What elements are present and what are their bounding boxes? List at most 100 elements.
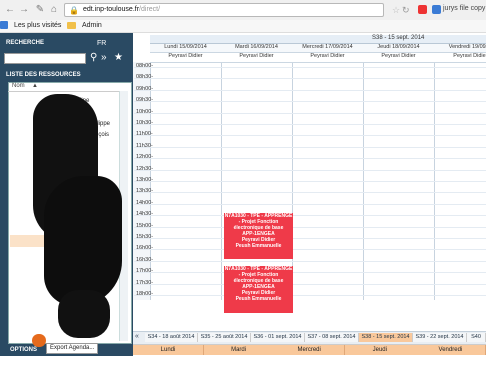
search-hint[interactable]: jurys file copy bbox=[443, 5, 485, 12]
time-label: 09h00- bbox=[136, 85, 154, 92]
time-gridline bbox=[134, 112, 486, 114]
folder-icon bbox=[67, 21, 77, 29]
week-tab[interactable]: S35 - 25 août 2014 bbox=[198, 333, 251, 342]
export-button[interactable] bbox=[32, 334, 46, 347]
star-icon[interactable]: ★ bbox=[114, 52, 123, 63]
url-bar[interactable]: 🔒 edt.inp-toulouse.fr/direct/ bbox=[64, 3, 384, 17]
settings-icon[interactable]: ✎ bbox=[34, 3, 46, 17]
event-line: Peush Emmanuelle bbox=[235, 296, 282, 302]
week-tab[interactable]: S34 - 18 août 2014 bbox=[145, 333, 198, 342]
time-label: 15h30- bbox=[136, 234, 154, 240]
day-header: Mardi 16/09/2014 bbox=[221, 44, 292, 53]
time-gridline bbox=[134, 67, 486, 68]
time-label: 13h00- bbox=[136, 177, 154, 183]
back-icon[interactable]: ← bbox=[4, 3, 16, 17]
time-gridline bbox=[134, 101, 486, 103]
rss-icon[interactable]: ◔ bbox=[54, 361, 67, 373]
week-label: S38 - 15 sept. 2014 bbox=[372, 35, 425, 41]
star-icon[interactable]: ☆ bbox=[392, 5, 400, 16]
day-tab[interactable]: Jeudi bbox=[344, 345, 416, 355]
calendar-event[interactable]: N7A1030 - TPE - APPRENGE - Projet Fonctio… bbox=[224, 213, 293, 259]
sort-icon[interactable]: ▲ bbox=[32, 83, 38, 89]
time-label: 14h00- bbox=[136, 199, 154, 206]
time-gridline bbox=[134, 272, 486, 274]
prev-week-icon[interactable]: « bbox=[135, 333, 139, 340]
time-gridline bbox=[134, 124, 486, 125]
addon-icon[interactable] bbox=[418, 5, 427, 14]
print-icon[interactable]: ⎙ bbox=[14, 361, 27, 373]
time-gridline bbox=[134, 192, 486, 194]
time-label: 15h00- bbox=[136, 222, 154, 229]
time-gridline bbox=[134, 146, 486, 148]
column-name[interactable]: Nom bbox=[12, 83, 25, 89]
week-tab[interactable]: S40 bbox=[467, 333, 486, 342]
time-label: 14h30- bbox=[136, 211, 154, 218]
week-tab[interactable]: S36 - 01 sept. 2014 bbox=[251, 333, 305, 342]
time-label: 16h00- bbox=[136, 245, 154, 252]
day-person: Peyravi Didier bbox=[292, 53, 363, 63]
day-person: Peyravi Didier bbox=[150, 53, 221, 63]
search-label: RECHERCHE bbox=[6, 40, 45, 46]
day-person: Peyravi Didie bbox=[434, 53, 486, 63]
resource-list-title: LISTE DES RESSOURCES bbox=[6, 72, 81, 78]
time-gridline bbox=[134, 295, 486, 296]
time-gridline bbox=[134, 158, 486, 160]
event-line: Peush Emmanuelle bbox=[235, 243, 282, 249]
day-header: Vendredi 19/09/2 bbox=[434, 44, 486, 53]
time-label: 13h30- bbox=[136, 188, 154, 195]
resource-list-header[interactable]: Nom ▲ bbox=[8, 83, 128, 92]
time-label: 16h30- bbox=[136, 256, 154, 263]
bookmarks-bar: Les plus visités Admin bbox=[0, 20, 486, 33]
day-tab[interactable]: Vendredi bbox=[415, 345, 486, 355]
time-gridline bbox=[134, 203, 486, 205]
language-selector[interactable]: FR bbox=[97, 40, 106, 47]
week-tab[interactable]: S39 - 22 sept. 2014 bbox=[413, 333, 467, 342]
time-gridline bbox=[134, 215, 486, 217]
options-label: OPTIONS bbox=[10, 347, 38, 353]
time-label: 08h30- bbox=[136, 74, 154, 81]
time-gridline bbox=[134, 181, 486, 182]
time-label: 10h00- bbox=[136, 108, 154, 115]
forward-double-icon[interactable]: » bbox=[101, 52, 107, 63]
day-header: Mercredi 17/09/2014 bbox=[292, 44, 363, 53]
time-label: 12h00- bbox=[136, 154, 154, 161]
time-label: 11h30- bbox=[136, 142, 153, 149]
time-label: 08h00- bbox=[136, 63, 154, 69]
time-label: 10h30- bbox=[136, 120, 154, 126]
time-gridline bbox=[134, 226, 486, 228]
search-engine-icon[interactable] bbox=[432, 5, 441, 14]
forward-icon[interactable]: → bbox=[18, 3, 30, 17]
redaction bbox=[58, 290, 110, 338]
bookmark-most-visited[interactable]: Les plus visités bbox=[14, 22, 61, 29]
reload-icon[interactable]: ↻ bbox=[402, 5, 410, 16]
day-person: Peyravi Didier bbox=[363, 53, 434, 63]
time-gridline bbox=[134, 135, 486, 137]
time-label: 17h00- bbox=[136, 268, 154, 275]
week-tab[interactable]: S37 - 08 sept. 2014 bbox=[305, 333, 359, 342]
time-gridline bbox=[134, 89, 486, 91]
search-input[interactable] bbox=[4, 53, 86, 64]
bookmark-admin[interactable]: Admin bbox=[82, 22, 102, 29]
tooltip: Export Agenda... bbox=[46, 343, 99, 354]
time-gridline bbox=[134, 78, 486, 80]
day-header: Jeudi 18/09/2014 bbox=[363, 44, 434, 53]
time-label: 09h30- bbox=[136, 97, 154, 104]
home-icon[interactable]: ⌂ bbox=[48, 3, 60, 17]
time-label: 18h00- bbox=[136, 291, 154, 297]
time-gridline bbox=[134, 238, 486, 239]
bookmark-icon bbox=[0, 21, 8, 30]
calendar-event[interactable]: N7A1030 - TPE - APPRENGE - Projet Fonctio… bbox=[224, 266, 293, 313]
time-gridline bbox=[134, 249, 486, 251]
day-tab[interactable]: Mercredi bbox=[274, 345, 346, 355]
day-tab[interactable]: Lundi bbox=[133, 345, 204, 355]
day-tab[interactable]: Mardi bbox=[203, 345, 275, 355]
redaction bbox=[44, 176, 122, 306]
day-person: Peyravi Didier bbox=[221, 53, 292, 63]
calendar-week-header: S38 - 15 sept. 2014 bbox=[150, 35, 486, 44]
time-gridline bbox=[134, 283, 486, 285]
time-label: 17h30- bbox=[136, 279, 154, 286]
week-tab[interactable]: S38 - 15 sept. 2014 bbox=[359, 333, 413, 342]
search-icon[interactable]: ⚲ bbox=[90, 52, 97, 63]
time-gridline bbox=[134, 169, 486, 171]
lock-icon: 🔒 bbox=[69, 6, 79, 15]
